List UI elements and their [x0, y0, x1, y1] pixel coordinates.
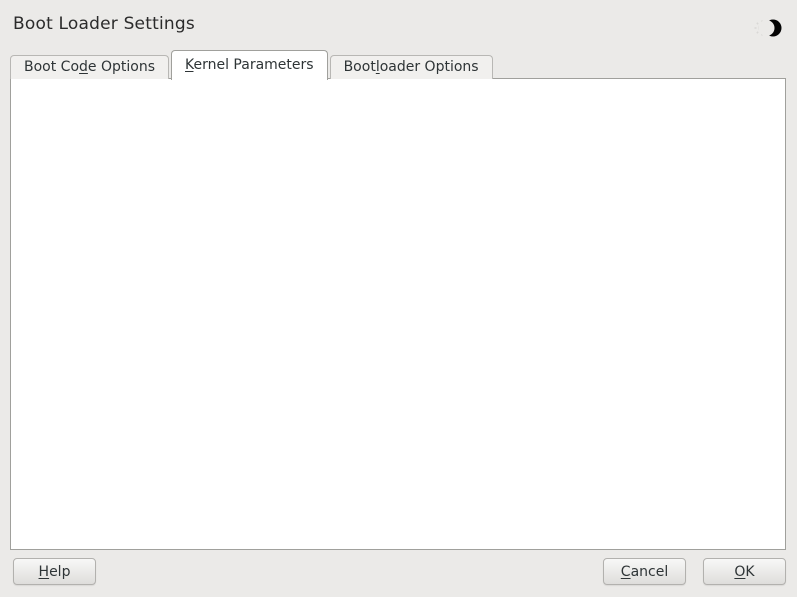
tab-boot-code-options[interactable]: Boot Code Options	[10, 55, 169, 79]
window-title: Boot Loader Settings	[13, 14, 195, 34]
tab-content-panel	[10, 78, 786, 550]
cancel-button[interactable]: Cancel	[603, 558, 686, 585]
tab-bootloader-options[interactable]: Bootloader Options	[330, 55, 493, 79]
tab-bar: Boot Code Options Kernel Parameters Boot…	[10, 49, 495, 79]
ok-button[interactable]: OK	[703, 558, 786, 585]
tab-kernel-parameters[interactable]: Kernel Parameters	[171, 50, 328, 80]
moon-icon	[750, 16, 784, 40]
help-button[interactable]: Help	[13, 558, 96, 585]
